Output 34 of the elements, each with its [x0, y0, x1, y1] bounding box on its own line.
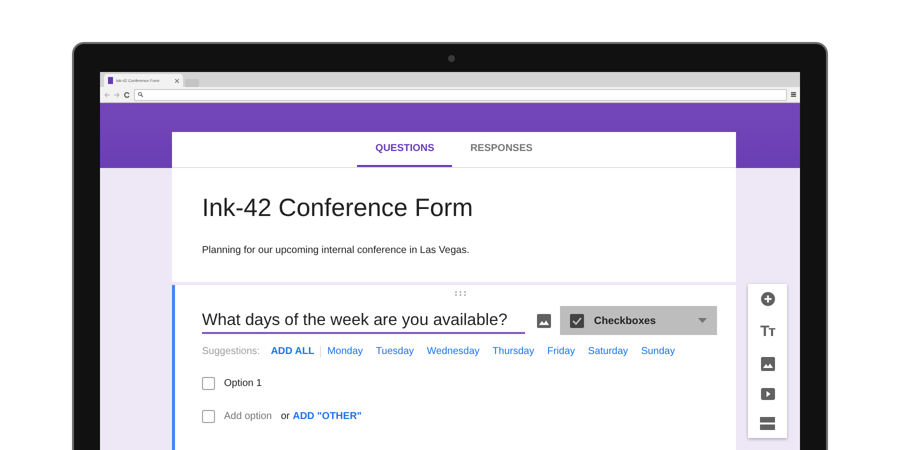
close-icon[interactable]: [175, 78, 179, 82]
document-icon: [108, 77, 113, 84]
suggestion-link[interactable]: Wednesday: [426, 346, 480, 357]
option-label[interactable]: Option 1: [224, 378, 262, 389]
or-text: or: [280, 411, 290, 422]
section-icon[interactable]: [760, 416, 775, 430]
form-tab[interactable]: RESPONSES: [452, 132, 551, 167]
search-icon: [138, 92, 143, 97]
add-other-link[interactable]: ADD "OTHER": [292, 411, 362, 422]
add-icon[interactable]: [760, 292, 774, 306]
checkbox-icon: [570, 314, 584, 328]
caret-icon: [698, 318, 707, 323]
image-icon[interactable]: [537, 314, 551, 328]
suggestions-label: Suggestions:: [202, 346, 260, 357]
text-format-icon[interactable]: Tт: [760, 323, 775, 340]
suggestion-link[interactable]: Friday: [547, 346, 576, 357]
question-field[interactable]: What days of the week are you available?: [202, 307, 525, 334]
form-description: Planning for our upcoming internal conference in Las Vegas.: [202, 245, 470, 256]
option-checkbox[interactable]: [202, 377, 215, 390]
question-type-dropdown[interactable]: Checkboxes: [560, 306, 717, 335]
video-icon[interactable]: [760, 388, 774, 400]
drag-handle-icon[interactable]: [454, 291, 466, 296]
reload-icon[interactable]: [124, 92, 130, 98]
suggestion-link[interactable]: Sunday: [641, 346, 675, 357]
form-title: Ink-42 Conference Form: [202, 194, 474, 223]
suggestion-link[interactable]: Monday: [327, 346, 363, 357]
add-option-field[interactable]: Add option: [224, 411, 272, 422]
add-all-link[interactable]: ADD ALL: [270, 346, 322, 357]
suggestion-link[interactable]: Tuesday: [376, 346, 414, 357]
suggestion-link[interactable]: Thursday: [492, 346, 534, 357]
camera-dot: [448, 55, 455, 62]
menu-icon[interactable]: [791, 92, 796, 97]
suggestion-link[interactable]: Saturday: [588, 346, 628, 357]
image-icon[interactable]: [760, 356, 774, 371]
